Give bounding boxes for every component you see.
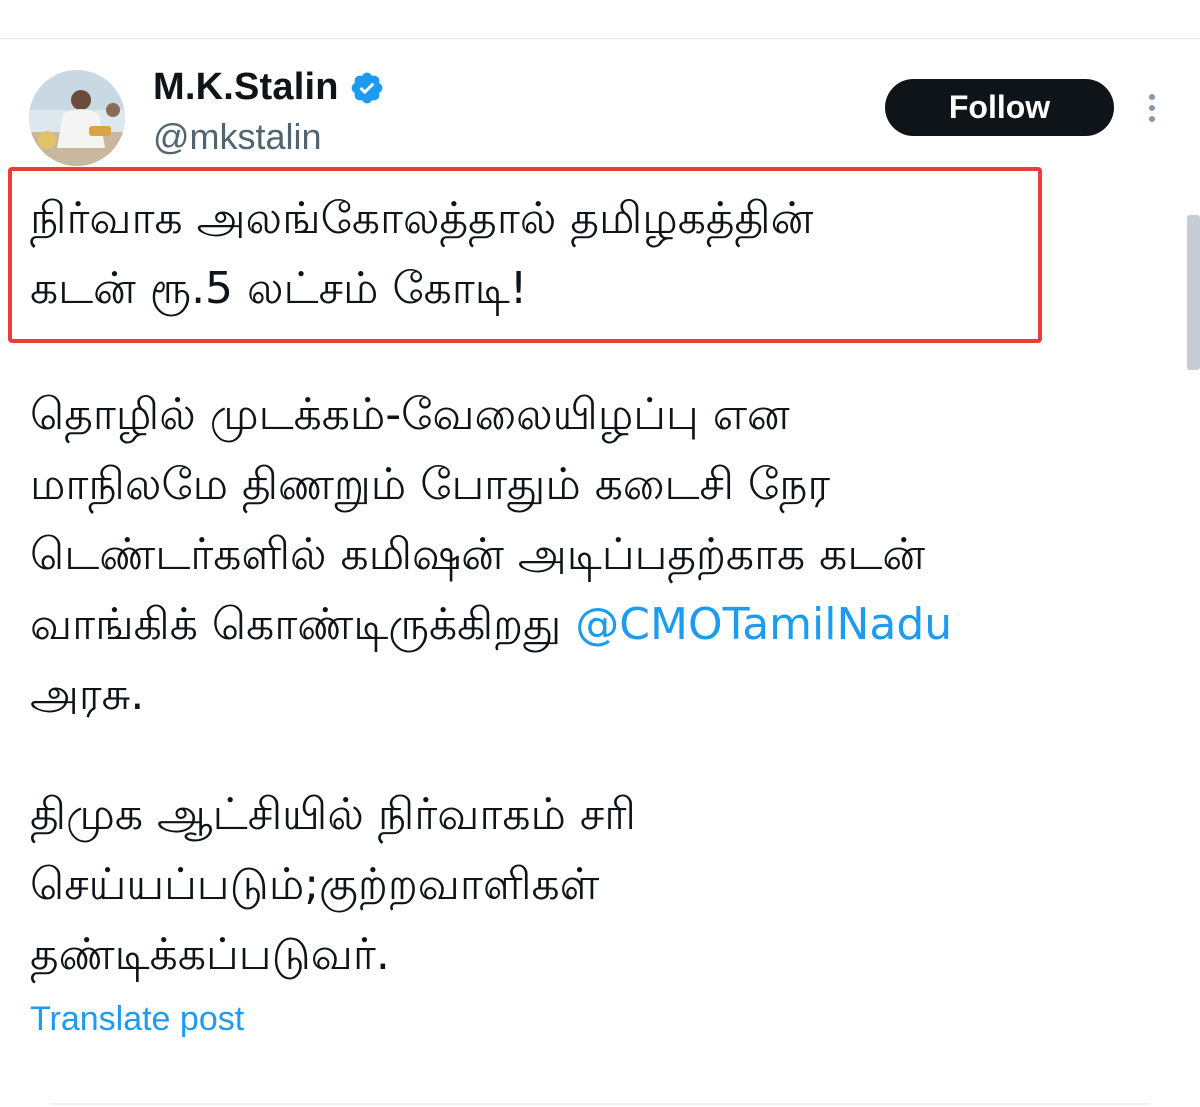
paragraph-line: அரசு. xyxy=(30,669,145,720)
top-divider xyxy=(0,38,1200,39)
tweet-paragraph-2: திமுக ஆட்சியில் நிர்வாகம் சரி செய்யப்படு… xyxy=(30,780,636,990)
author-display-name[interactable]: M.K.Stalin xyxy=(153,66,339,109)
paragraph-line: டெண்டர்களில் கமிஷன் அடிப்பதற்காக கடன் xyxy=(30,529,926,580)
translate-post-link[interactable]: Translate post xyxy=(30,1000,244,1039)
author-handle[interactable]: @mkstalin xyxy=(153,116,322,158)
paragraph-line: செய்யப்படும்;குற்றவாளிகள் xyxy=(30,859,600,910)
paragraph-text: வாங்கிக் கொண்டிருக்கிறது xyxy=(30,599,576,650)
headline-line: கடன் ரூ.5 லட்சம் கோடி! xyxy=(30,263,528,314)
avatar-image xyxy=(29,70,125,166)
tweet-headline: நிர்வாக அலங்கோலத்தால் தமிழகத்தின் கடன் ர… xyxy=(30,184,813,324)
paragraph-line: தொழில் முடக்கம்-வேலையிழப்பு என xyxy=(30,389,790,440)
author-name-row: M.K.Stalin xyxy=(153,66,385,109)
paragraph-line: திமுக ஆட்சியில் நிர்வாகம் சரி xyxy=(30,789,636,840)
paragraph-line: மாநிலமே திணறும் போதும் கடைசி நேர xyxy=(30,459,831,510)
avatar[interactable] xyxy=(29,70,125,166)
more-vertical-icon[interactable] xyxy=(1140,90,1164,126)
paragraph-line: தண்டிக்கப்படுவர். xyxy=(30,929,390,980)
mention-link[interactable]: @CMOTamilNadu xyxy=(575,599,952,650)
bottom-divider xyxy=(50,1103,1150,1105)
scrollbar-thumb[interactable] xyxy=(1187,215,1200,370)
tweet-paragraph-1: தொழில் முடக்கம்-வேலையிழப்பு என மாநிலமே த… xyxy=(30,380,952,730)
follow-button[interactable]: Follow xyxy=(885,79,1114,136)
headline-line: நிர்வாக அலங்கோலத்தால் தமிழகத்தின் xyxy=(30,193,814,244)
verified-badge-icon xyxy=(351,72,383,103)
paragraph-line-with-mention: வாங்கிக் கொண்டிருக்கிறது @CMOTamilNadu xyxy=(30,590,952,660)
